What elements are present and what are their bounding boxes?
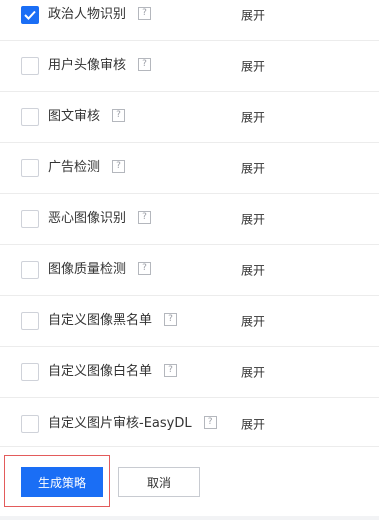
help-icon[interactable]: ? — [138, 58, 152, 71]
checkbox[interactable] — [21, 108, 39, 126]
checkbox[interactable] — [21, 159, 39, 177]
checkbox[interactable] — [21, 414, 39, 433]
help-icon[interactable]: ? — [112, 109, 126, 122]
option-label-text: 恶心图像识别 — [48, 211, 127, 226]
option-label: 自定义图片审核-EasyDL? — [48, 415, 217, 432]
checkbox[interactable] — [21, 312, 39, 330]
action-footer: 生成策略 取消 — [0, 446, 379, 520]
option-label: 恶心图像识别? — [48, 211, 152, 227]
option-label-text: 自定义图像白名单 — [48, 364, 153, 379]
option-row-image-quality[interactable]: 图像质量检测? 展开 — [0, 245, 379, 296]
help-icon[interactable]: ? — [164, 313, 178, 326]
expand-link[interactable]: 展开 — [241, 364, 265, 381]
checkbox[interactable] — [21, 210, 39, 228]
help-icon[interactable]: ? — [112, 160, 126, 173]
checkbox[interactable] — [21, 57, 39, 75]
option-label-text: 图像质量检测 — [48, 262, 127, 277]
option-label-text: 用户头像审核 — [48, 58, 127, 73]
check-icon — [24, 10, 36, 20]
option-row-disgusting-image[interactable]: 恶心图像识别? 展开 — [0, 194, 379, 245]
option-label: 自定义图像黑名单? — [48, 313, 178, 329]
expand-link[interactable]: 展开 — [241, 58, 265, 75]
expand-link[interactable]: 展开 — [241, 262, 265, 279]
option-row-image-text-review[interactable]: 图文审核? 展开 — [0, 92, 379, 143]
option-row-political-figure[interactable]: 政治人物识别? 展开 — [0, 0, 379, 41]
option-label: 自定义图像白名单? — [48, 364, 178, 380]
checkbox[interactable] — [21, 261, 39, 279]
help-icon[interactable]: ? — [138, 262, 152, 275]
option-label-text: 自定义图片审核-EasyDL — [48, 415, 192, 431]
option-label: 用户头像审核? — [48, 58, 152, 74]
bottom-edge — [0, 516, 379, 520]
expand-link[interactable]: 展开 — [241, 313, 265, 330]
option-row-avatar-review[interactable]: 用户头像审核? 展开 — [0, 41, 379, 92]
expand-link[interactable]: 展开 — [241, 7, 265, 24]
expand-link[interactable]: 展开 — [241, 211, 265, 228]
option-row-custom-blacklist[interactable]: 自定义图像黑名单? 展开 — [0, 296, 379, 347]
expand-link[interactable]: 展开 — [241, 160, 265, 177]
option-row-ad-detection[interactable]: 广告检测? 展开 — [0, 143, 379, 194]
cancel-button[interactable]: 取消 — [118, 467, 200, 497]
option-label-text: 广告检测 — [48, 160, 101, 175]
option-label-text: 图文审核 — [48, 109, 101, 124]
help-icon[interactable]: ? — [138, 211, 152, 224]
help-icon[interactable]: ? — [138, 7, 152, 20]
checkbox-checked[interactable] — [21, 6, 39, 24]
option-label: 政治人物识别? — [48, 7, 152, 23]
option-label: 广告检测? — [48, 160, 126, 176]
help-icon[interactable]: ? — [203, 415, 217, 429]
help-icon[interactable]: ? — [164, 364, 178, 377]
option-label-text: 政治人物识别 — [48, 7, 127, 22]
checkbox[interactable] — [21, 363, 39, 381]
expand-link[interactable]: 展开 — [241, 109, 265, 126]
option-label-text: 自定义图像黑名单 — [48, 313, 153, 328]
option-label: 图文审核? — [48, 109, 126, 125]
option-row-easydl-review[interactable]: 自定义图片审核-EasyDL? 展开 — [0, 398, 379, 449]
option-label: 图像质量检测? — [48, 262, 152, 278]
option-row-custom-whitelist[interactable]: 自定义图像白名单? 展开 — [0, 347, 379, 398]
generate-strategy-button[interactable]: 生成策略 — [21, 467, 103, 497]
expand-link[interactable]: 展开 — [241, 415, 265, 432]
